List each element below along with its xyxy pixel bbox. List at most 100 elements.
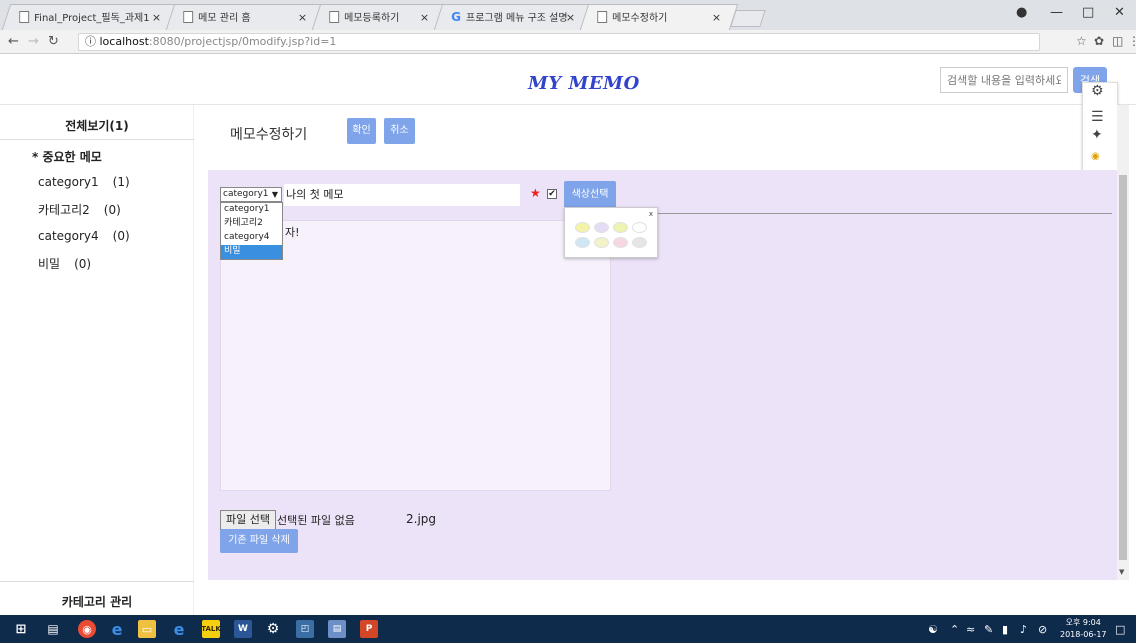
app-icon[interactable]: ▤ — [328, 620, 346, 638]
extension-icon[interactable]: ✿ — [1094, 34, 1104, 48]
browser-tab-bar: Final_Project_필독_과제1 × 메모 관리 홈 × 메모등록하기 … — [0, 0, 1136, 30]
chevron-down-icon: ▼ — [271, 190, 278, 199]
sidebar-item-category1[interactable]: category1 (1) — [38, 175, 130, 189]
reload-icon[interactable]: ↻ — [48, 34, 59, 49]
info-icon: ⓘ — [85, 35, 96, 48]
ie-icon[interactable]: e — [170, 620, 188, 639]
menu-dots-icon[interactable]: ⋮ — [1128, 34, 1136, 48]
divider — [612, 213, 1112, 214]
tab-final-project[interactable]: Final_Project_필독_과제1 × — [1, 4, 179, 30]
color-palette-popup: x — [564, 207, 658, 258]
cancel-button[interactable]: 취소 — [384, 118, 415, 144]
volume-icon[interactable]: ♪ — [1020, 623, 1027, 636]
confirm-button[interactable]: 확인 — [347, 118, 376, 144]
tab-memo-modify[interactable]: 메모수정하기 × — [579, 4, 739, 30]
wifi-icon[interactable]: ≈ — [966, 623, 975, 636]
color-swatch[interactable] — [575, 237, 590, 248]
notification-off-icon[interactable]: ⊘ — [1038, 623, 1047, 636]
bookmark-star-icon[interactable]: ☆ — [1076, 34, 1087, 48]
eye-icon[interactable]: ◉ — [1091, 151, 1100, 162]
system-clock[interactable]: 오후 9:04 2018-06-17 — [1060, 617, 1107, 641]
pen-icon[interactable]: ✎ — [984, 623, 993, 636]
file-explorer-icon[interactable]: ▭ — [138, 620, 156, 638]
sidebar-item-secret[interactable]: 비밀 (0) — [38, 255, 91, 272]
people-icon[interactable]: ☯ — [928, 623, 938, 636]
divider — [0, 581, 194, 582]
page-icon — [329, 10, 340, 23]
page-header: MY MEMO 검색 — [0, 55, 1136, 105]
category-dropdown-list: category1 카테고리2 category4 비밀 — [220, 202, 283, 260]
scrollbar-thumb[interactable] — [1119, 175, 1127, 560]
battery-icon[interactable]: ▮ — [1002, 623, 1008, 636]
windows-taskbar: ⊞ ▤ ◉ e ▭ e TALK W ⚙ ◰ ▤ P ☯ ⌃ ≈ ✎ ▮ ♪ ⊘… — [0, 615, 1136, 643]
close-icon[interactable]: x — [649, 210, 653, 218]
sidebar-all-link[interactable]: 전체보기(1) — [0, 117, 194, 134]
color-swatch[interactable] — [594, 222, 609, 233]
delete-existing-file-button[interactable]: 기존 파일 삭제 — [220, 529, 298, 553]
edge-icon[interactable]: e — [108, 620, 126, 639]
divider — [0, 139, 194, 140]
forward-icon[interactable]: → — [28, 34, 39, 49]
profile-icon[interactable]: ● — [1016, 5, 1027, 20]
dropdown-option[interactable]: category1 — [221, 203, 282, 217]
color-swatch[interactable] — [632, 222, 647, 233]
color-swatch[interactable] — [632, 237, 647, 248]
important-checkbox[interactable]: ✔ — [547, 189, 557, 199]
existing-file-name: 2.jpg — [406, 512, 437, 526]
color-select-button[interactable]: 색상선택 — [564, 181, 616, 208]
chevron-up-icon[interactable]: ⌃ — [950, 623, 959, 636]
scroll-down-icon[interactable]: ▼ — [1119, 568, 1124, 576]
category-manage-link[interactable]: 카테고리 관리 — [0, 593, 194, 610]
chrome-icon[interactable]: ◉ — [78, 620, 96, 638]
tab-google-menu[interactable]: G 프로그램 메뉴 구조 설명 × — [433, 4, 593, 30]
color-swatch[interactable] — [613, 222, 628, 233]
action-center-icon[interactable]: □ — [1115, 623, 1125, 636]
powerpoint-icon[interactable]: P — [360, 620, 378, 638]
dropdown-option[interactable]: 비밀 — [221, 245, 282, 259]
sidebar-important-link[interactable]: * 중요한 메모 — [32, 148, 102, 165]
tab-memo-home[interactable]: 메모 관리 홈 × — [165, 4, 325, 30]
app-icon[interactable]: ◰ — [296, 620, 314, 638]
tab-close-icon[interactable]: × — [298, 11, 307, 24]
memo-title-input[interactable]: 나의 첫 메모 — [284, 184, 520, 206]
kakaotalk-icon[interactable]: TALK — [201, 620, 221, 638]
memo-content-textarea[interactable]: 자! — [220, 220, 611, 491]
hamburger-icon[interactable]: ☰ — [1091, 109, 1104, 125]
tab-close-icon[interactable]: × — [712, 11, 721, 24]
sidebar-item-category4[interactable]: category4 (0) — [38, 229, 130, 243]
close-window-icon[interactable]: ✕ — [1114, 5, 1125, 20]
sidebar: 전체보기(1) * 중요한 메모 category1 (1) 카테고리2 (0) c… — [0, 105, 194, 615]
sidebar-item-category2[interactable]: 카테고리2 (0) — [38, 201, 121, 218]
back-icon[interactable]: ← — [8, 34, 19, 49]
extension-icon[interactable]: ◫ — [1112, 34, 1123, 48]
tab-close-icon[interactable]: × — [566, 11, 575, 24]
file-status-text: 선택된 파일 없음 — [277, 514, 355, 527]
tab-close-icon[interactable]: × — [152, 11, 161, 24]
page-icon — [597, 10, 608, 23]
magic-wand-icon[interactable]: ✦ — [1091, 127, 1103, 143]
site-logo[interactable]: MY MEMO — [528, 73, 640, 94]
settings-gear-icon[interactable]: ⚙ — [264, 620, 282, 638]
tab-close-icon[interactable]: × — [420, 11, 429, 24]
maximize-icon[interactable]: □ — [1082, 5, 1094, 20]
dropdown-option[interactable]: category4 — [221, 231, 282, 245]
star-icon[interactable]: ★ — [530, 186, 541, 200]
task-view-icon[interactable]: ▤ — [44, 620, 62, 638]
search-input[interactable] — [940, 67, 1068, 93]
category-select[interactable]: category1 ▼ — [220, 187, 282, 202]
page-icon — [183, 10, 194, 23]
gear-icon[interactable]: ⚙ — [1091, 83, 1104, 99]
vertical-scrollbar[interactable]: ▼ — [1117, 105, 1129, 580]
google-icon: G — [451, 9, 462, 24]
new-tab-button[interactable] — [730, 10, 766, 27]
dropdown-option[interactable]: 카테고리2 — [221, 217, 282, 231]
windows-start-icon[interactable]: ⊞ — [12, 620, 30, 638]
url-field[interactable]: ⓘ localhost:8080/projectjsp/0modify.jsp?… — [78, 33, 1040, 51]
word-icon[interactable]: W — [234, 620, 252, 638]
color-swatch[interactable] — [594, 237, 609, 248]
color-swatch[interactable] — [613, 237, 628, 248]
minimize-icon[interactable]: — — [1050, 5, 1063, 20]
file-select-button[interactable]: 파일 선택 — [220, 510, 276, 530]
color-swatch[interactable] — [575, 222, 590, 233]
tab-memo-register[interactable]: 메모등록하기 × — [311, 4, 447, 30]
